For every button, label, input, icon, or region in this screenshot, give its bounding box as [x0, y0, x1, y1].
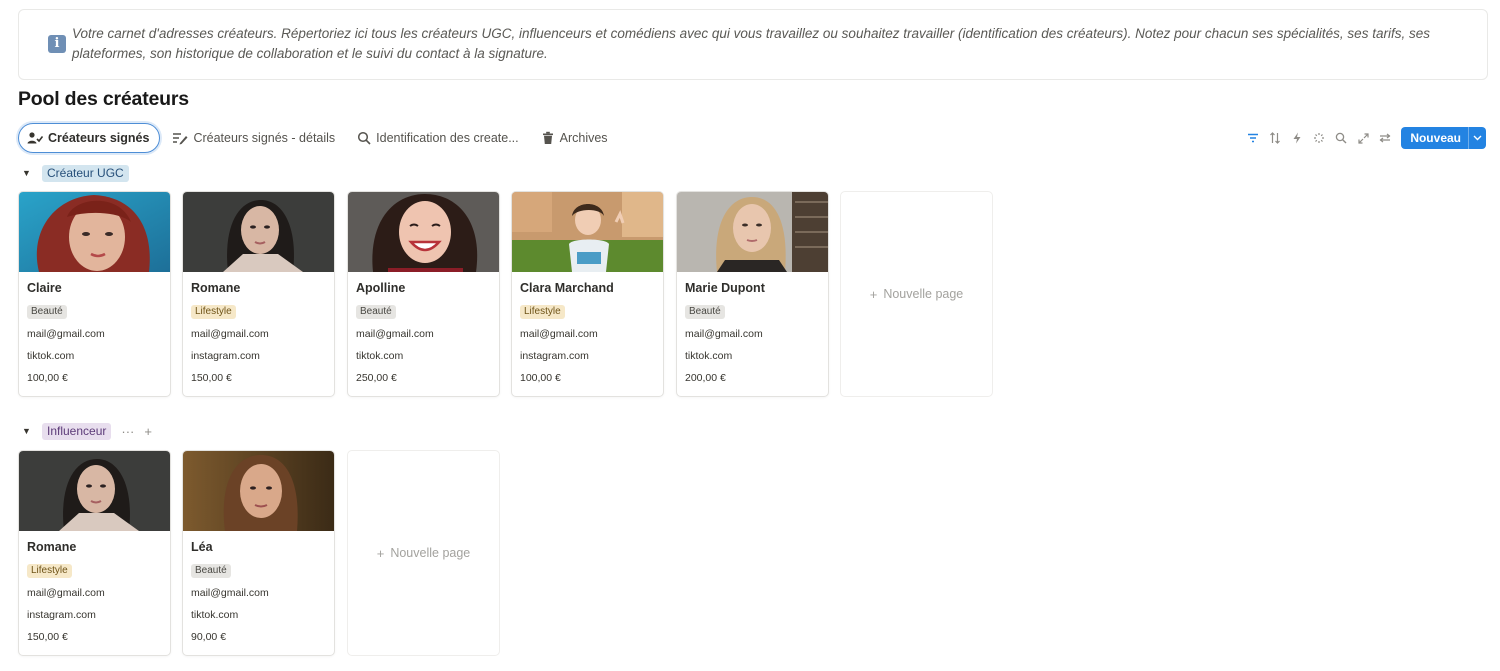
- plus-icon: +: [376, 545, 385, 561]
- platform-field: instagram.com: [520, 350, 589, 362]
- profile-photo: [677, 192, 828, 272]
- email-field: mail@gmail.com: [191, 587, 269, 599]
- creator-name: Clara Marchand: [520, 281, 614, 295]
- group-header-influenceur: ▼ Influenceur ··· +: [22, 422, 152, 440]
- price-field: 100,00 €: [520, 372, 561, 384]
- creator-name: Marie Dupont: [685, 281, 765, 295]
- group-header-ugc: ▼ Créateur UGC: [22, 164, 129, 182]
- new-page-card[interactable]: + Nouvelle page: [840, 191, 993, 397]
- collapse-toggle-icon[interactable]: ▼: [22, 168, 36, 178]
- price-field: 150,00 €: [27, 631, 68, 643]
- platform-field: tiktok.com: [27, 350, 75, 362]
- specialty-tag: Lifestyle: [520, 305, 565, 319]
- card-romane[interactable]: Romane Lifestyle mail@gmail.com instagra…: [182, 191, 335, 397]
- specialty-tag: Lifestyle: [191, 305, 236, 319]
- new-page-label: Nouvelle page: [883, 287, 964, 301]
- tab-label: Créateurs signés - détails: [193, 131, 336, 145]
- ai-sparkle-icon[interactable]: [1308, 127, 1330, 149]
- user-check-icon: [27, 132, 43, 144]
- specialty-tag: Beauté: [685, 305, 725, 319]
- card-romane[interactable]: Romane Lifestyle mail@gmail.com instagra…: [18, 450, 171, 656]
- platform-field: tiktok.com: [191, 609, 239, 621]
- add-icon[interactable]: +: [144, 424, 152, 439]
- platform-field: tiktok.com: [685, 350, 733, 362]
- new-page-label: Nouvelle page: [390, 546, 471, 560]
- callout-text: Votre carnet d'adresses créateurs. Réper…: [72, 26, 1430, 61]
- card-marie-dupont[interactable]: Marie Dupont Beauté mail@gmail.com tikto…: [676, 191, 829, 397]
- tab-label: Créateurs signés: [48, 131, 150, 145]
- creator-name: Romane: [27, 540, 77, 554]
- card-apolline[interactable]: Apolline Beauté mail@gmail.com tiktok.co…: [347, 191, 500, 397]
- email-field: mail@gmail.com: [356, 328, 434, 340]
- creator-name: Apolline: [356, 281, 406, 295]
- specialty-tag: Beauté: [27, 305, 67, 319]
- tab-archives[interactable]: Archives: [533, 123, 618, 153]
- tab-label: Identification des create...: [376, 131, 519, 145]
- info-icon: i: [48, 35, 66, 53]
- price-field: 150,00 €: [191, 372, 232, 384]
- email-field: mail@gmail.com: [685, 328, 763, 340]
- tab-identification[interactable]: Identification des create...: [349, 123, 528, 153]
- creator-name: Léa: [191, 540, 213, 554]
- search-icon[interactable]: [1330, 127, 1352, 149]
- new-button-label: Nouveau: [1410, 131, 1461, 145]
- plus-icon: +: [869, 286, 878, 302]
- email-field: mail@gmail.com: [520, 328, 598, 340]
- page-title: Pool des créateurs: [18, 88, 189, 110]
- card-lea[interactable]: Léa Beauté mail@gmail.com tiktok.com 90,…: [182, 450, 335, 656]
- email-field: mail@gmail.com: [27, 328, 105, 340]
- automation-icon[interactable]: [1286, 127, 1308, 149]
- card-clara-marchand[interactable]: Clara Marchand Lifestyle mail@gmail.com …: [511, 191, 664, 397]
- new-page-card[interactable]: + Nouvelle page: [347, 450, 500, 656]
- email-field: mail@gmail.com: [27, 587, 105, 599]
- list-edit-icon: [173, 133, 188, 145]
- platform-field: instagram.com: [27, 609, 96, 621]
- tab-label: Archives: [559, 131, 608, 145]
- settings-icon[interactable]: [1374, 127, 1396, 149]
- filter-icon[interactable]: [1242, 127, 1264, 149]
- chevron-down-icon[interactable]: [1468, 127, 1486, 149]
- platform-field: tiktok.com: [356, 350, 404, 362]
- trash-icon: [542, 131, 553, 144]
- new-button[interactable]: Nouveau: [1401, 127, 1486, 149]
- price-field: 100,00 €: [27, 372, 68, 384]
- view-tabs: Créateurs signés Créateurs signés - déta…: [18, 122, 622, 154]
- expand-icon[interactable]: [1352, 127, 1374, 149]
- creator-name: Claire: [27, 281, 62, 295]
- card-claire[interactable]: Claire Beauté mail@gmail.com tiktok.com …: [18, 191, 171, 397]
- tab-createurs-signes[interactable]: Créateurs signés: [18, 123, 161, 153]
- more-options-icon[interactable]: ···: [121, 424, 134, 439]
- database-toolbar: Nouveau: [1242, 127, 1486, 149]
- tab-createurs-signes-details[interactable]: Créateurs signés - détails: [164, 123, 345, 153]
- email-field: mail@gmail.com: [191, 328, 269, 340]
- price-field: 250,00 €: [356, 372, 397, 384]
- specialty-tag: Beauté: [191, 564, 231, 578]
- specialty-tag: Lifestyle: [27, 564, 72, 578]
- sort-icon[interactable]: [1264, 127, 1286, 149]
- platform-field: instagram.com: [191, 350, 260, 362]
- group-label: Influenceur: [42, 422, 112, 440]
- profile-photo: [19, 451, 170, 531]
- price-field: 200,00 €: [685, 372, 726, 384]
- profile-photo: [19, 192, 170, 272]
- profile-photo: [348, 192, 499, 272]
- creator-name: Romane: [191, 281, 241, 295]
- info-callout: i Votre carnet d'adresses créateurs. Rép…: [18, 9, 1488, 80]
- collapse-toggle-icon[interactable]: ▼: [22, 426, 36, 436]
- profile-photo: [512, 192, 663, 272]
- specialty-tag: Beauté: [356, 305, 396, 319]
- price-field: 90,00 €: [191, 631, 227, 643]
- search-icon: [358, 131, 371, 145]
- profile-photo: [183, 451, 334, 531]
- profile-photo: [183, 192, 334, 272]
- group-label: Créateur UGC: [42, 164, 129, 182]
